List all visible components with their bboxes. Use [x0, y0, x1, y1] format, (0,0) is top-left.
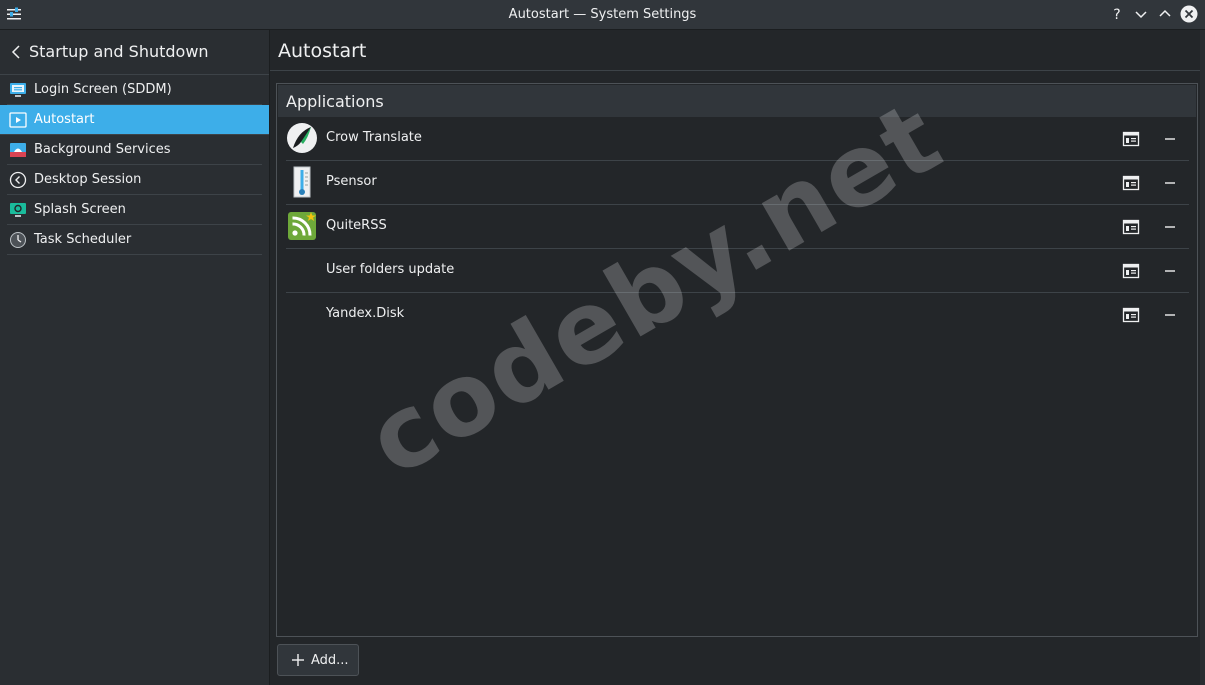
- autostart-icon: [9, 112, 27, 128]
- app-name: User folders update: [326, 262, 455, 277]
- splash-screen-icon: [10, 203, 26, 217]
- applications-list-frame: Applications Crow Translate Psensor Quit…: [276, 83, 1198, 637]
- properties-icon[interactable]: [1122, 174, 1140, 192]
- section-title: Applications: [286, 92, 384, 111]
- list-item[interactable]: User folders update: [286, 249, 1189, 293]
- sidebar-item-label: Splash Screen: [34, 202, 126, 217]
- login-screen-icon: [10, 83, 26, 97]
- app-name: Yandex.Disk: [326, 306, 405, 321]
- rss-icon: [288, 212, 316, 240]
- properties-icon[interactable]: [1122, 130, 1140, 148]
- remove-icon[interactable]: [1161, 306, 1179, 324]
- plus-icon: [292, 654, 304, 666]
- add-button-label: Add...: [311, 653, 349, 668]
- applications-list: Crow Translate Psensor QuiteRSS User fol…: [286, 117, 1189, 336]
- properties-icon[interactable]: [1122, 306, 1140, 324]
- window-edge: [1200, 30, 1205, 685]
- applications-section-header: Applications: [278, 85, 1196, 117]
- sidebar-nav: Login Screen (SDDM) Autostart Background…: [0, 75, 269, 255]
- background-services-icon: [10, 143, 26, 157]
- title-bar: Autostart — System Settings ?: [0, 0, 1205, 30]
- sidebar-item-desktop-session[interactable]: Desktop Session: [7, 165, 262, 195]
- add-button[interactable]: Add...: [277, 644, 359, 676]
- sidebar-item-autostart[interactable]: Autostart: [0, 105, 269, 135]
- app-name: Crow Translate: [326, 130, 422, 145]
- thermometer-icon: [293, 166, 311, 198]
- sidebar-item-task-scheduler[interactable]: Task Scheduler: [7, 225, 262, 255]
- properties-icon[interactable]: [1122, 218, 1140, 236]
- maximize-icon[interactable]: [1156, 5, 1174, 23]
- sidebar-item-splash-screen[interactable]: Splash Screen: [7, 195, 262, 225]
- remove-icon[interactable]: [1161, 262, 1179, 280]
- sidebar-item-label: Task Scheduler: [34, 232, 132, 247]
- svg-text:?: ?: [1113, 7, 1120, 23]
- sidebar-back-header[interactable]: Startup and Shutdown: [0, 30, 269, 75]
- app-name: Psensor: [326, 174, 377, 189]
- desktop-session-icon: [9, 171, 27, 189]
- sidebar-item-label: Desktop Session: [34, 172, 142, 187]
- page-title: Autostart: [278, 40, 367, 62]
- sidebar-item-background-services[interactable]: Background Services: [7, 135, 262, 165]
- list-item[interactable]: Crow Translate: [286, 117, 1189, 161]
- sidebar: Startup and Shutdown Login Screen (SDDM)…: [0, 30, 270, 685]
- minimize-icon[interactable]: [1132, 5, 1150, 23]
- remove-icon[interactable]: [1161, 174, 1179, 192]
- window-title: Autostart — System Settings: [508, 7, 697, 22]
- list-item[interactable]: Yandex.Disk: [286, 293, 1189, 336]
- remove-icon[interactable]: [1161, 218, 1179, 236]
- remove-icon[interactable]: [1161, 130, 1179, 148]
- clock-icon: [10, 232, 26, 248]
- sidebar-item-label: Login Screen (SDDM): [34, 82, 172, 97]
- app-name: QuiteRSS: [326, 218, 387, 233]
- close-icon[interactable]: [1180, 5, 1198, 23]
- properties-icon[interactable]: [1122, 262, 1140, 280]
- list-item[interactable]: QuiteRSS: [286, 205, 1189, 249]
- sidebar-item-label: Background Services: [34, 142, 171, 157]
- title-divider: [270, 70, 1205, 71]
- chevron-left-icon[interactable]: [10, 44, 22, 60]
- sidebar-header-label: Startup and Shutdown: [29, 42, 209, 61]
- main-panel: Autostart Applications Crow Translate Ps…: [270, 30, 1205, 685]
- sidebar-item-login-screen[interactable]: Login Screen (SDDM): [7, 75, 262, 105]
- help-icon[interactable]: ?: [1108, 5, 1126, 23]
- crow-translate-icon: [287, 123, 317, 153]
- list-item[interactable]: Psensor: [286, 161, 1189, 205]
- sidebar-item-label: Autostart: [34, 112, 95, 127]
